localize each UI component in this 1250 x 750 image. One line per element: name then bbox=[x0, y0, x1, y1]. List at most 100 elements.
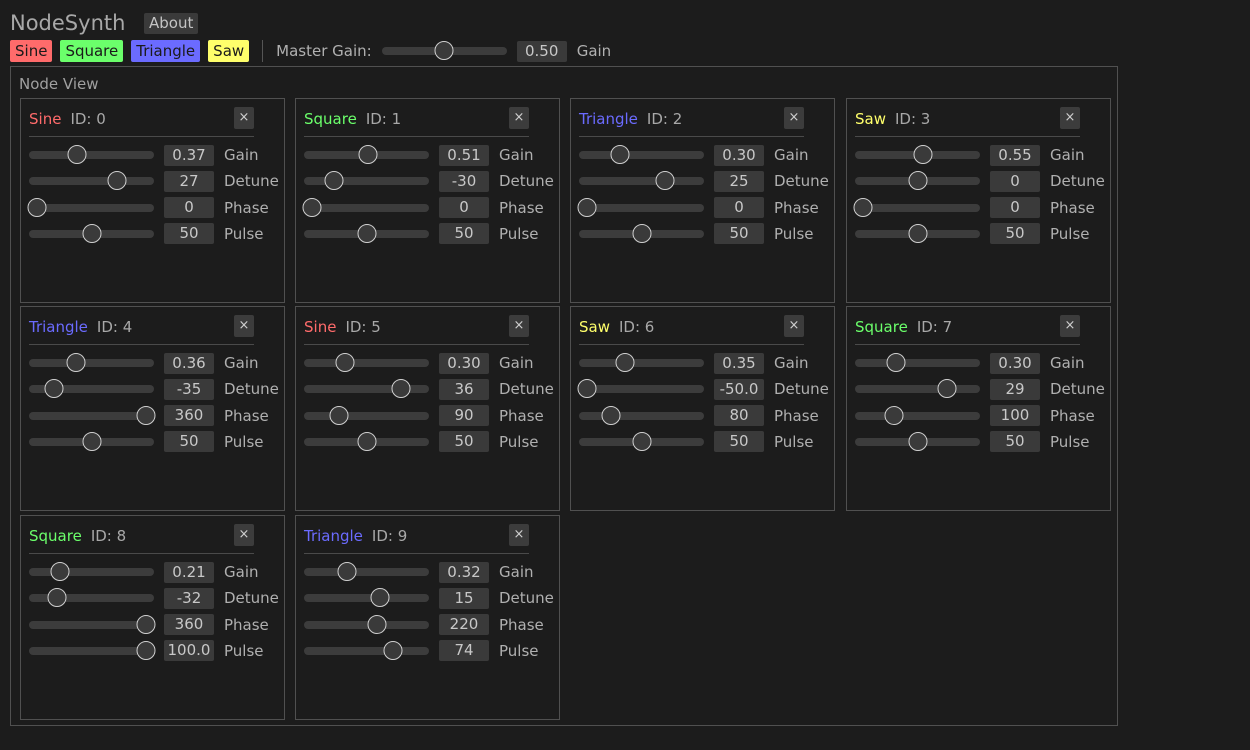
pulse-value[interactable]: 50 bbox=[990, 223, 1040, 245]
slider-thumb[interactable] bbox=[913, 145, 933, 164]
phase-slider[interactable] bbox=[304, 614, 429, 636]
phase-slider[interactable] bbox=[29, 405, 156, 427]
pulse-slider[interactable] bbox=[29, 431, 154, 453]
pulse-value[interactable]: 100.0 bbox=[164, 640, 214, 662]
close-node-button[interactable]: × bbox=[1060, 107, 1080, 129]
pulse-slider[interactable] bbox=[304, 640, 429, 662]
slider-thumb[interactable] bbox=[136, 405, 156, 425]
slider-thumb[interactable] bbox=[577, 197, 597, 217]
pulse-slider[interactable] bbox=[855, 431, 980, 453]
pulse-value[interactable]: 50 bbox=[164, 223, 214, 245]
slider-thumb[interactable] bbox=[853, 197, 873, 217]
phase-slider[interactable] bbox=[29, 614, 156, 636]
add-triangle-button[interactable]: Triangle bbox=[131, 40, 201, 62]
gain-value[interactable]: 0.55 bbox=[990, 144, 1040, 166]
gain-slider[interactable] bbox=[29, 352, 154, 374]
slider-thumb[interactable] bbox=[632, 223, 651, 243]
slider-thumb[interactable] bbox=[27, 197, 47, 217]
slider-thumb[interactable] bbox=[370, 588, 390, 608]
phase-value[interactable]: 0 bbox=[714, 197, 764, 219]
master-gain-value[interactable]: 0.50 bbox=[516, 40, 567, 62]
pulse-value[interactable]: 50 bbox=[714, 223, 764, 245]
close-node-button[interactable]: × bbox=[509, 315, 529, 337]
slider-thumb[interactable] bbox=[908, 171, 927, 191]
detune-slider[interactable] bbox=[304, 378, 429, 400]
pulse-value[interactable]: 74 bbox=[439, 640, 489, 662]
detune-value[interactable]: -50.0 bbox=[714, 378, 764, 400]
pulse-value[interactable]: 50 bbox=[439, 223, 489, 245]
detune-slider[interactable] bbox=[579, 170, 704, 192]
gain-slider[interactable] bbox=[304, 561, 429, 583]
pulse-slider[interactable] bbox=[855, 223, 980, 245]
slider-thumb[interactable] bbox=[367, 614, 387, 634]
slider-thumb[interactable] bbox=[358, 145, 378, 164]
detune-value[interactable]: -32 bbox=[164, 587, 214, 609]
gain-slider[interactable] bbox=[855, 352, 980, 374]
close-node-button[interactable]: × bbox=[234, 315, 254, 337]
slider-thumb[interactable] bbox=[884, 405, 904, 425]
detune-value[interactable]: 36 bbox=[439, 378, 489, 400]
pulse-value[interactable]: 50 bbox=[990, 431, 1040, 453]
slider-thumb[interactable] bbox=[47, 588, 67, 608]
gain-slider[interactable] bbox=[855, 144, 980, 166]
phase-value[interactable]: 360 bbox=[164, 405, 214, 427]
phase-value[interactable]: 90 bbox=[439, 405, 489, 427]
close-node-button[interactable]: × bbox=[784, 107, 804, 129]
gain-value[interactable]: 0.30 bbox=[439, 352, 489, 374]
gain-slider[interactable] bbox=[579, 144, 704, 166]
slider-thumb[interactable] bbox=[82, 223, 101, 243]
add-square-button[interactable]: Square bbox=[60, 40, 124, 62]
detune-slider[interactable] bbox=[304, 170, 429, 192]
detune-slider[interactable] bbox=[29, 587, 154, 609]
slider-thumb[interactable] bbox=[577, 379, 597, 399]
close-node-button[interactable]: × bbox=[784, 315, 804, 337]
slider-thumb[interactable] bbox=[357, 223, 376, 243]
pulse-value[interactable]: 50 bbox=[164, 431, 214, 453]
close-node-button[interactable]: × bbox=[234, 107, 254, 129]
slider-thumb[interactable] bbox=[383, 640, 403, 660]
slider-thumb[interactable] bbox=[67, 145, 87, 164]
phase-value[interactable]: 360 bbox=[164, 614, 214, 636]
gain-value[interactable]: 0.30 bbox=[714, 144, 764, 166]
pulse-value[interactable]: 50 bbox=[439, 431, 489, 453]
phase-value[interactable]: 80 bbox=[714, 405, 764, 427]
slider-thumb[interactable] bbox=[66, 353, 86, 372]
slider-thumb[interactable] bbox=[324, 171, 344, 191]
detune-value[interactable]: 29 bbox=[990, 378, 1040, 400]
phase-value[interactable]: 100 bbox=[990, 405, 1040, 427]
gain-value[interactable]: 0.51 bbox=[439, 144, 489, 166]
slider-thumb[interactable] bbox=[601, 405, 621, 425]
pulse-slider[interactable] bbox=[579, 223, 704, 245]
slider-thumb[interactable] bbox=[302, 197, 322, 217]
slider-thumb[interactable] bbox=[136, 640, 156, 660]
detune-value[interactable]: -30 bbox=[439, 170, 489, 192]
slider-thumb[interactable] bbox=[886, 353, 906, 372]
slider-thumb[interactable] bbox=[908, 223, 927, 243]
phase-slider[interactable] bbox=[855, 405, 980, 427]
detune-slider[interactable] bbox=[855, 378, 980, 400]
gain-slider[interactable] bbox=[579, 352, 704, 374]
gain-slider[interactable] bbox=[304, 144, 429, 166]
add-saw-button[interactable]: Saw bbox=[208, 40, 250, 62]
pulse-slider[interactable] bbox=[579, 431, 704, 453]
about-button[interactable]: About bbox=[144, 13, 199, 34]
slider-thumb[interactable] bbox=[937, 379, 957, 399]
close-node-button[interactable]: × bbox=[1060, 315, 1080, 337]
slider-thumb[interactable] bbox=[357, 431, 376, 451]
pulse-slider[interactable] bbox=[304, 431, 429, 453]
add-sine-button[interactable]: Sine bbox=[10, 40, 53, 62]
slider-thumb[interactable] bbox=[50, 562, 70, 581]
gain-slider[interactable] bbox=[29, 144, 154, 166]
slider-thumb[interactable] bbox=[908, 431, 927, 451]
phase-value[interactable]: 220 bbox=[439, 614, 489, 636]
slider-thumb[interactable] bbox=[632, 431, 651, 451]
slider-thumb[interactable] bbox=[107, 171, 127, 191]
gain-value[interactable]: 0.36 bbox=[164, 352, 214, 374]
detune-value[interactable]: 0 bbox=[990, 170, 1040, 192]
gain-value[interactable]: 0.30 bbox=[990, 352, 1040, 374]
slider-thumb[interactable] bbox=[655, 171, 675, 191]
slider-thumb[interactable] bbox=[610, 145, 630, 164]
gain-value[interactable]: 0.37 bbox=[164, 144, 214, 166]
gain-value[interactable]: 0.35 bbox=[714, 352, 764, 374]
slider-thumb[interactable] bbox=[615, 353, 635, 372]
